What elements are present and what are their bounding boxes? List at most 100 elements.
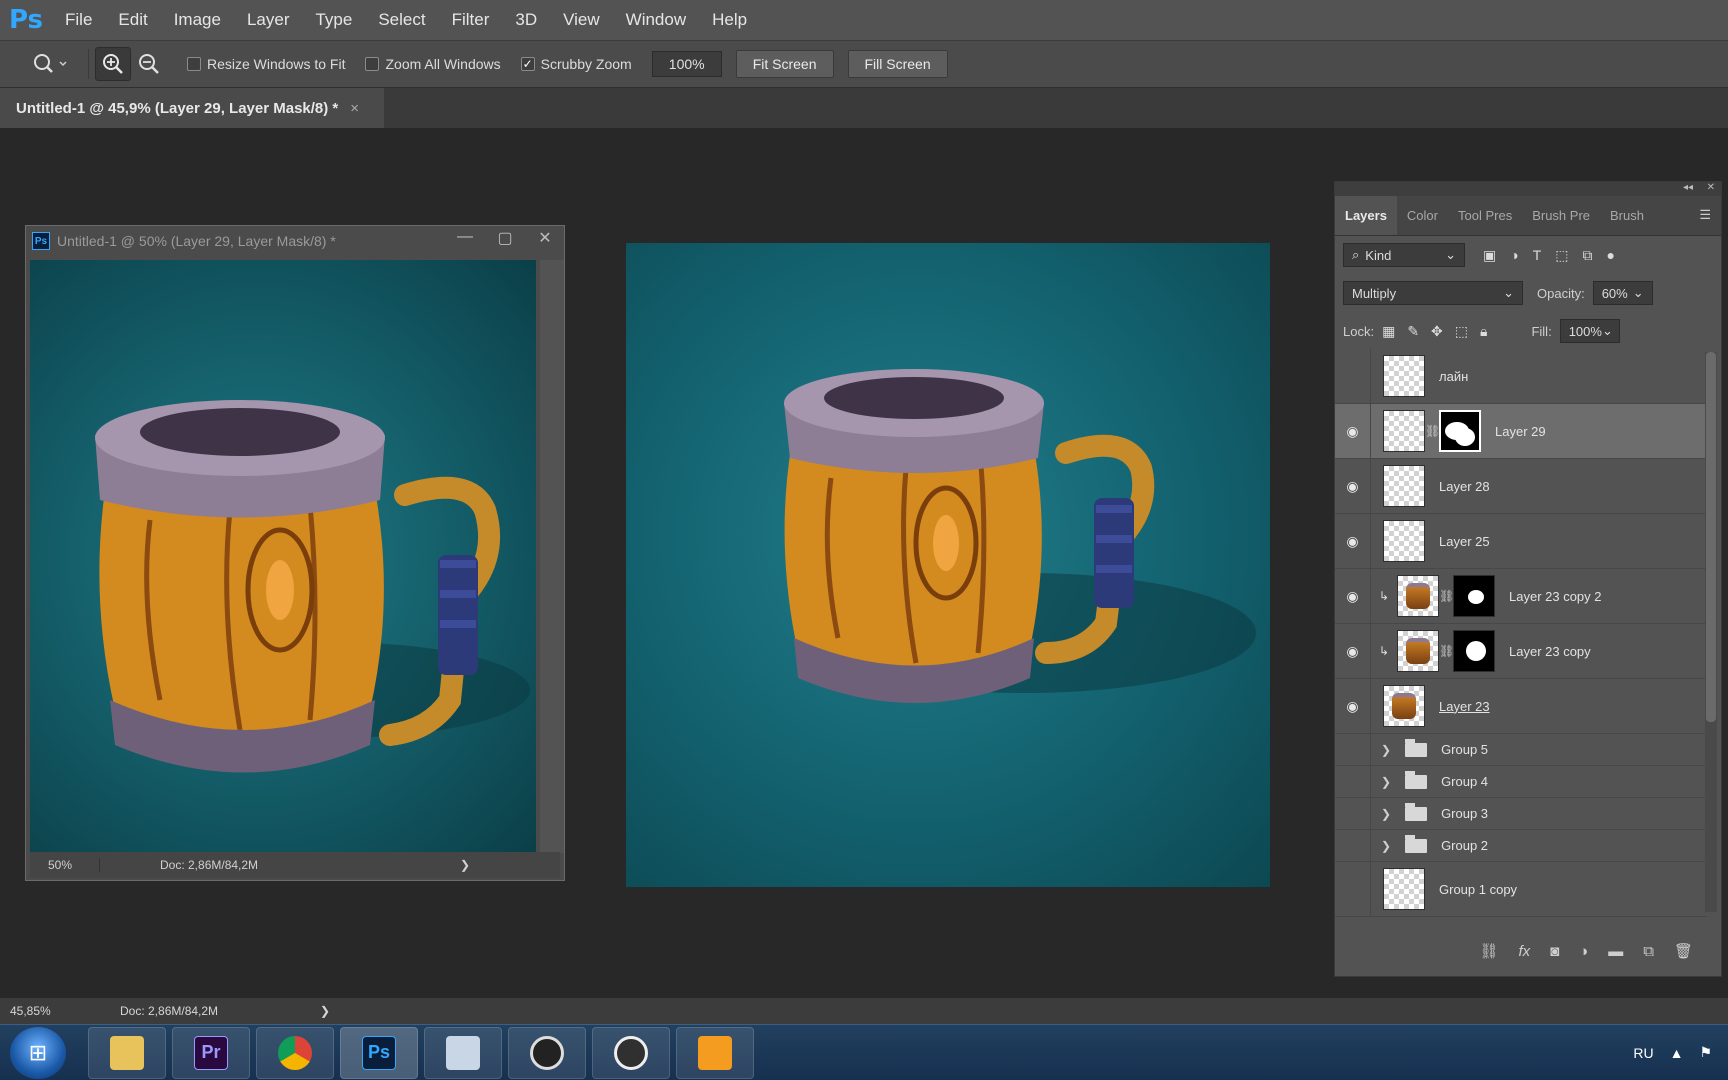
tab-layers[interactable]: Layers — [1335, 196, 1397, 235]
taskbar-recorder[interactable] — [508, 1026, 586, 1079]
taskbar-chrome[interactable] — [256, 1026, 334, 1079]
delete-layer-icon[interactable]: 🗑︎ — [1674, 942, 1693, 960]
taskbar-obs[interactable] — [592, 1026, 670, 1079]
maximize-icon[interactable]: ▢ — [494, 228, 516, 248]
panel-menu-icon[interactable]: ☰ — [1689, 207, 1721, 235]
layer-name[interactable]: Layer 29 — [1495, 424, 1546, 439]
main-canvas[interactable] — [626, 243, 1270, 887]
scrubby-zoom-checkbox[interactable]: ✓ — [520, 57, 535, 71]
zoom-out-button[interactable] — [131, 47, 167, 81]
layer-row[interactable]: ◉ ↳ ⛓ Layer 23 copy — [1335, 624, 1707, 679]
action-center-icon[interactable]: ⚑ — [1699, 1044, 1712, 1061]
menu-select[interactable]: Select — [365, 0, 438, 40]
floating-zoom-level[interactable]: 50% — [30, 858, 100, 872]
adjustment-filter-icon[interactable]: ◑ — [1510, 247, 1518, 264]
blend-mode-select[interactable]: Multiply ⌄ — [1343, 281, 1523, 305]
status-arrow-icon[interactable]: ❯ — [460, 858, 470, 872]
floating-document-window[interactable]: Ps Untitled-1 @ 50% (Layer 29, Layer Mas… — [25, 225, 565, 881]
menu-filter[interactable]: Filter — [439, 0, 503, 40]
layer-name[interactable]: Layer 23 — [1439, 699, 1490, 714]
tab-brush[interactable]: Brush — [1600, 208, 1654, 235]
status-arrow-icon[interactable]: ❯ — [320, 1004, 330, 1018]
close-window-icon[interactable]: ✕ — [534, 228, 556, 248]
menu-file[interactable]: File — [52, 0, 105, 40]
layer-row[interactable]: ◉ Layer 25 — [1335, 514, 1707, 569]
pixel-filter-icon[interactable]: ▣ — [1483, 247, 1496, 264]
layer-row[interactable]: ◉ Layer 23 — [1335, 679, 1707, 734]
layer-mask-thumbnail[interactable] — [1453, 575, 1495, 617]
start-button[interactable]: ⊞ — [10, 1026, 66, 1079]
menu-3d[interactable]: 3D — [502, 0, 550, 40]
lock-artboard-icon[interactable]: ⬚ — [1455, 323, 1468, 340]
menu-view[interactable]: View — [550, 0, 613, 40]
new-layer-icon[interactable]: ⧉ — [1643, 943, 1654, 960]
tab-brush-presets[interactable]: Brush Pre — [1522, 208, 1600, 235]
layer-style-fx-icon[interactable]: fx — [1518, 943, 1530, 960]
lock-position-icon[interactable]: ✥ — [1431, 323, 1443, 340]
tool-preset-picker[interactable] — [22, 47, 82, 81]
eye-icon[interactable]: ◉ — [1335, 679, 1371, 733]
link-layers-icon[interactable]: ⛓ — [1479, 942, 1498, 960]
collapse-panel-icon[interactable]: ◂◂ — [1683, 182, 1693, 193]
taskbar-file-explorer[interactable] — [88, 1026, 166, 1079]
layer-row[interactable]: ◉ Layer 28 — [1335, 459, 1707, 514]
visibility-toggle[interactable]: ◉ — [1335, 862, 1371, 916]
layer-name[interactable]: Layer 23 copy 2 — [1509, 589, 1602, 604]
zoom-all-option[interactable]: Zoom All Windows — [365, 56, 501, 72]
link-chain-icon[interactable]: ⛓ — [1439, 644, 1454, 658]
eye-icon[interactable]: ◉ — [1335, 624, 1371, 678]
taskbar-premiere[interactable]: Pr — [172, 1026, 250, 1079]
group-name[interactable]: Group 5 — [1441, 742, 1488, 757]
lock-pixels-icon[interactable]: ✎ — [1407, 323, 1419, 340]
group-row[interactable]: ◉ ❯ Group 5 — [1335, 734, 1707, 766]
smart-object-filter-icon[interactable]: ⧉ — [1583, 247, 1593, 264]
chevron-right-icon[interactable]: ❯ — [1381, 839, 1391, 853]
chevron-right-icon[interactable]: ❯ — [1381, 743, 1391, 757]
layer-name[interactable]: Group 1 copy — [1439, 882, 1517, 897]
layer-mask-thumbnail[interactable] — [1439, 410, 1481, 452]
lock-transparent-icon[interactable]: ▦ — [1382, 323, 1395, 340]
filter-toggle-icon[interactable]: ● — [1607, 247, 1615, 264]
minimize-icon[interactable]: — — [454, 228, 476, 248]
close-panel-icon[interactable]: ✕ — [1707, 182, 1715, 193]
layer-row[interactable]: ◉ лайн — [1335, 349, 1707, 404]
scrubby-zoom-option[interactable]: ✓ Scrubby Zoom — [520, 56, 632, 72]
menu-help[interactable]: Help — [699, 0, 760, 40]
menu-window[interactable]: Window — [613, 0, 699, 40]
fill-screen-button[interactable]: Fill Screen — [847, 50, 948, 78]
visibility-toggle[interactable]: ◉ — [1335, 830, 1371, 861]
add-mask-icon[interactable]: ◙ — [1550, 943, 1559, 960]
layer-row[interactable]: ◉ Group 1 copy — [1335, 862, 1707, 917]
group-name[interactable]: Group 2 — [1441, 838, 1488, 853]
resize-windows-option[interactable]: Resize Windows to Fit — [187, 56, 345, 72]
tab-color[interactable]: Color — [1397, 208, 1448, 235]
group-row[interactable]: ◉ ❯ Group 2 — [1335, 830, 1707, 862]
eye-icon[interactable]: ◉ — [1335, 514, 1371, 568]
menu-edit[interactable]: Edit — [105, 0, 160, 40]
eye-icon[interactable]: ◉ — [1335, 459, 1371, 513]
link-chain-icon[interactable]: ⛓ — [1439, 589, 1454, 603]
visibility-toggle[interactable]: ◉ — [1335, 766, 1371, 797]
filter-kind-select[interactable]: ⌕ Kind ⌄ — [1343, 243, 1465, 267]
group-row[interactable]: ◉ ❯ Group 3 — [1335, 798, 1707, 830]
chevron-right-icon[interactable]: ❯ — [1381, 807, 1391, 821]
resize-windows-checkbox[interactable] — [187, 57, 201, 71]
new-group-icon[interactable]: ▬ — [1608, 943, 1623, 960]
menu-image[interactable]: Image — [161, 0, 234, 40]
opacity-field[interactable]: 60% ⌄ — [1592, 281, 1653, 305]
type-filter-icon[interactable]: T — [1533, 247, 1542, 264]
fill-field[interactable]: 100% ⌄ — [1559, 319, 1620, 343]
zoom-level[interactable]: 45,85% — [0, 1004, 120, 1018]
layer-mask-thumbnail[interactable] — [1453, 630, 1495, 672]
zoom-percent-field[interactable]: 100% — [651, 51, 722, 77]
menu-layer[interactable]: Layer — [234, 0, 303, 40]
menu-type[interactable]: Type — [302, 0, 365, 40]
language-indicator[interactable]: RU — [1633, 1045, 1653, 1061]
document-tab[interactable]: Untitled-1 @ 45,9% (Layer 29, Layer Mask… — [0, 88, 384, 128]
floating-canvas[interactable] — [30, 260, 536, 853]
lock-all-icon[interactable]: 🔒︎ — [1480, 323, 1487, 340]
layers-scrollbar[interactable] — [1705, 352, 1717, 912]
layer-name[interactable]: Layer 23 copy — [1509, 644, 1591, 659]
adjustment-layer-icon[interactable]: ◑ — [1579, 943, 1588, 960]
taskbar-calculator[interactable] — [424, 1026, 502, 1079]
